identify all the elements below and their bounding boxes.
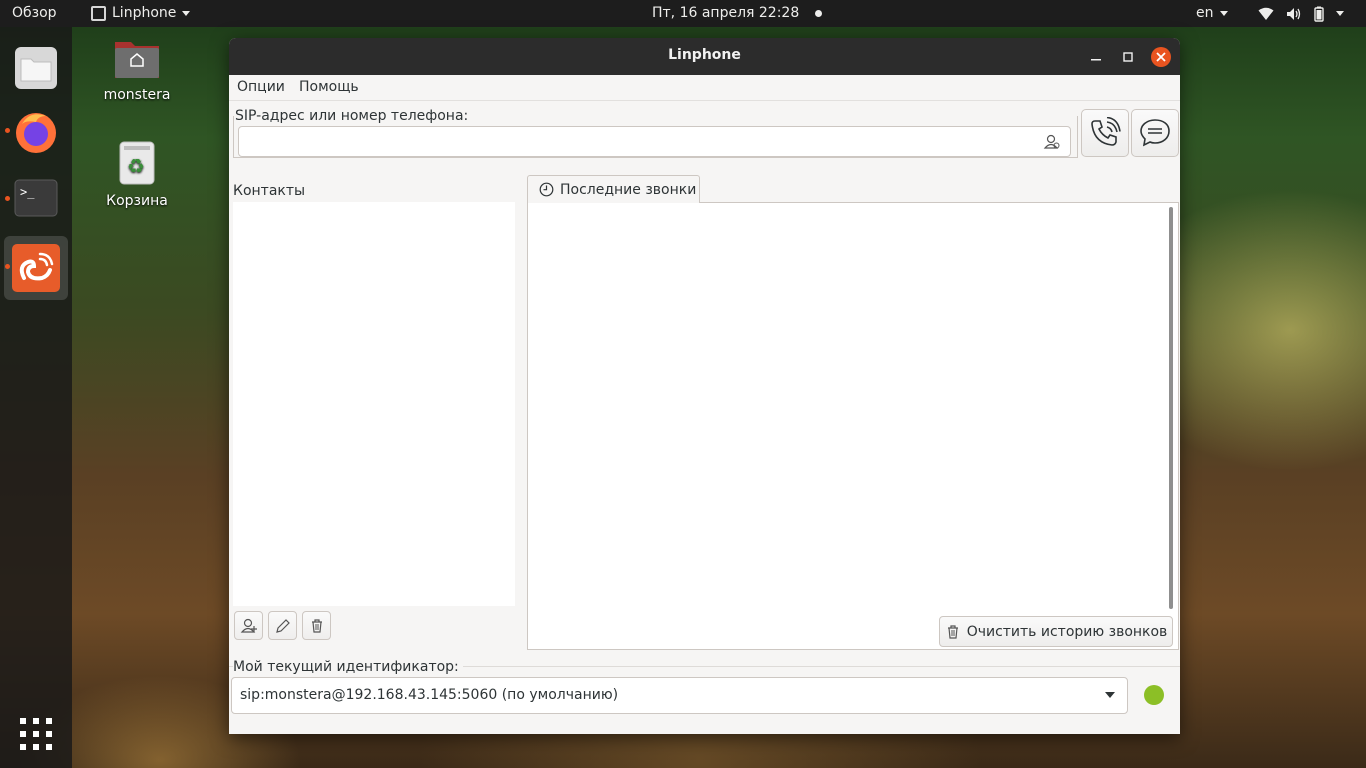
- trash-icon: [947, 624, 958, 639]
- battery-icon: [1314, 6, 1324, 22]
- show-apps-button[interactable]: [4, 702, 68, 766]
- chat-button[interactable]: [1131, 109, 1179, 157]
- identity-label: Мой текущий идентификатор:: [233, 659, 463, 675]
- clock-icon: [539, 182, 554, 197]
- delete-contact-button[interactable]: [302, 611, 331, 640]
- window-bottom: [229, 719, 1180, 734]
- contact-lookup-icon[interactable]: [1043, 133, 1061, 151]
- app-menu-button[interactable]: Linphone: [91, 0, 191, 27]
- language-switcher[interactable]: en: [1196, 0, 1228, 27]
- volume-icon: [1287, 7, 1301, 20]
- linphone-icon: [12, 244, 60, 292]
- terminal-icon: >_: [14, 179, 58, 217]
- menu-help[interactable]: Помощь: [299, 79, 359, 95]
- running-indicator: [5, 128, 10, 133]
- edit-contact-button[interactable]: [268, 611, 297, 640]
- trash-icon: ♻: [119, 141, 155, 185]
- maximize-icon: [1123, 52, 1133, 62]
- maximize-button[interactable]: [1118, 47, 1138, 67]
- svg-text:♻: ♻: [127, 154, 145, 178]
- grid-icon: [20, 718, 52, 750]
- desktop-home-folder[interactable]: monstera: [92, 36, 182, 103]
- files-icon: [15, 47, 57, 89]
- menu-options[interactable]: Опции: [237, 79, 285, 95]
- tab-label: Последние звонки: [560, 181, 697, 198]
- chevron-down-icon: [1105, 692, 1115, 698]
- home-folder-icon: [115, 42, 159, 78]
- app-menu-label: Linphone: [112, 5, 177, 21]
- activities-button[interactable]: Обзор: [12, 0, 57, 27]
- contacts-list[interactable]: [233, 202, 515, 606]
- running-indicator: [5, 196, 10, 201]
- scrollbar[interactable]: [1169, 207, 1173, 609]
- chevron-down-icon: [182, 11, 191, 16]
- dock-firefox[interactable]: [4, 100, 68, 164]
- clear-history-label: Очистить историю звонков: [966, 623, 1168, 640]
- close-button[interactable]: [1151, 47, 1171, 67]
- language-label: en: [1196, 5, 1214, 21]
- chat-icon: [1140, 119, 1170, 147]
- chevron-down-icon: [1219, 11, 1228, 16]
- add-contact-icon: [240, 618, 257, 633]
- linphone-window: Linphone Опции Помощь SIP-адрес или номе…: [229, 38, 1180, 734]
- title-bar[interactable]: Linphone: [229, 38, 1180, 75]
- delete-contact-icon: [311, 618, 322, 633]
- call-button[interactable]: [1081, 109, 1129, 157]
- add-contact-button[interactable]: [234, 611, 263, 640]
- dock-files[interactable]: [4, 36, 68, 100]
- clear-history-button[interactable]: Очистить историю звонков: [939, 616, 1173, 647]
- svg-text:>_: >_: [20, 185, 35, 199]
- minimize-icon: [1091, 59, 1101, 61]
- notification-dot-icon: [815, 10, 823, 17]
- power-menu-caret: [1336, 11, 1344, 16]
- system-tray[interactable]: [1258, 0, 1344, 27]
- dock-terminal[interactable]: >_: [4, 166, 68, 230]
- wifi-icon: [1258, 7, 1274, 20]
- running-indicator: [5, 264, 10, 269]
- menu-bar: Опции Помощь: [229, 75, 1180, 101]
- close-icon: [1156, 52, 1166, 62]
- identity-select[interactable]: sip:monstera@192.168.43.145:5060 (по умо…: [231, 677, 1128, 714]
- tab-recent-calls[interactable]: Последние звонки: [527, 175, 700, 203]
- presence-status-icon[interactable]: [1144, 685, 1164, 705]
- dock-linphone[interactable]: [4, 236, 68, 300]
- dock: >_: [0, 27, 72, 768]
- window-title: Linphone: [668, 47, 741, 63]
- desktop-icon-label: monstera: [103, 87, 171, 103]
- clock-button[interactable]: Пт, 16 апреля 22:28: [652, 0, 823, 27]
- phone-call-icon: [1091, 117, 1121, 146]
- clock-label: Пт, 16 апреля 22:28: [652, 5, 800, 21]
- edit-contact-icon: [275, 618, 290, 633]
- minimize-button[interactable]: [1086, 47, 1106, 67]
- contacts-title: Контакты: [233, 183, 306, 199]
- recent-calls-list[interactable]: [527, 202, 1179, 650]
- firefox-icon: [16, 113, 56, 153]
- sip-address-input[interactable]: [238, 126, 1071, 157]
- desktop-trash[interactable]: ♻ Корзина: [92, 140, 182, 209]
- sip-label: SIP-адрес или номер телефона:: [235, 108, 473, 124]
- desktop-icon-label: Корзина: [106, 193, 168, 209]
- app-menu-icon: [91, 6, 106, 21]
- top-bar: Обзор Linphone Пт, 16 апреля 22:28 en: [0, 0, 1366, 27]
